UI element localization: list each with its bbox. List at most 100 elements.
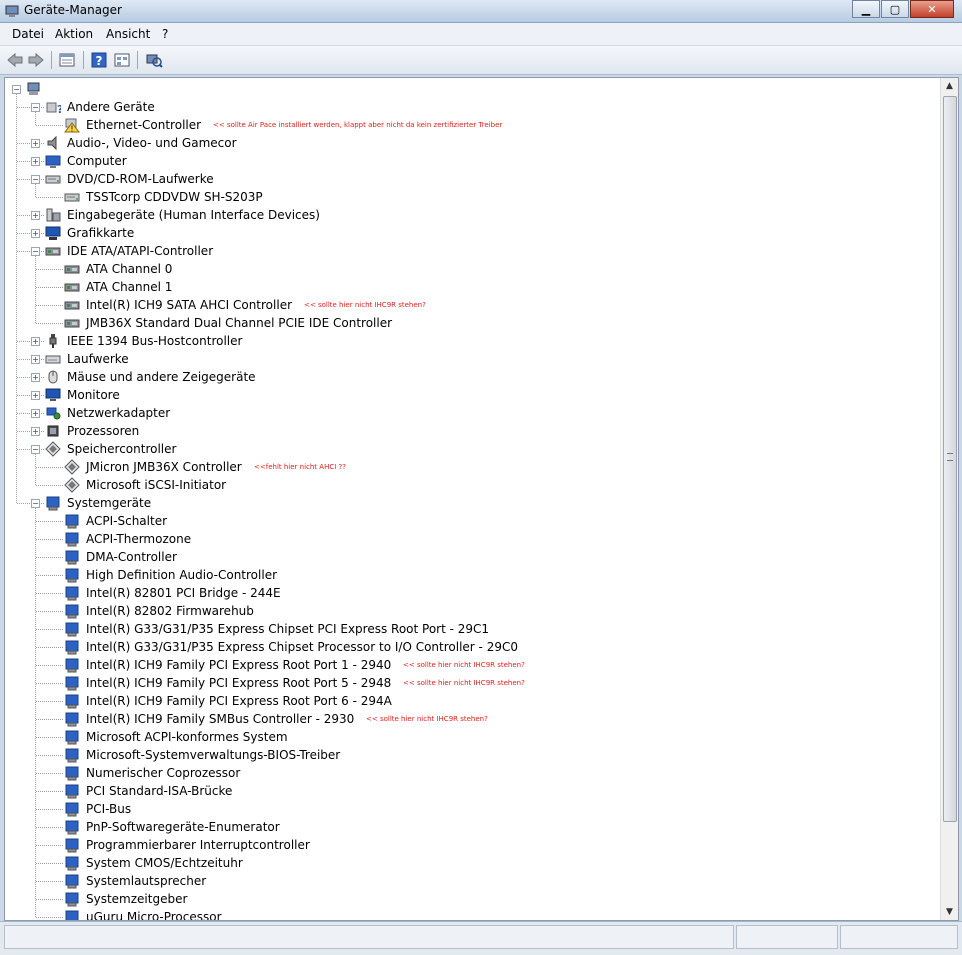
system-device-icon xyxy=(65,784,79,799)
scroll-thumb[interactable] xyxy=(943,96,957,822)
vertical-scrollbar[interactable]: ▲ ▼ xyxy=(940,78,958,920)
toolbar-separator xyxy=(51,51,52,69)
expand-toggle-icon[interactable]: + xyxy=(31,139,40,148)
tree-device-row[interactable]: Intel(R) ICH9 Family PCI Express Root Po… xyxy=(5,692,935,710)
system-device-icon xyxy=(65,514,79,529)
tree-device-row[interactable]: TSSTcorp CDDVDW SH-S203P xyxy=(5,188,935,206)
tree-category-row[interactable]: + Monitore xyxy=(5,386,935,404)
tree-category-row[interactable]: + Netzwerkadapter xyxy=(5,404,935,422)
tree-category-row[interactable]: + Prozessoren xyxy=(5,422,935,440)
tree-device-row[interactable]: Intel(R) 82802 Firmwarehub xyxy=(5,602,935,620)
tree-category-row[interactable]: − Systemgeräte xyxy=(5,494,935,512)
tree-category-row[interactable]: + IEEE 1394 Bus-Hostcontroller xyxy=(5,332,935,350)
tree-item-label: PCI Standard-ISA-Brücke xyxy=(86,784,233,798)
tree-device-row[interactable]: High Definition Audio-Controller xyxy=(5,566,935,584)
tree-device-row[interactable]: uGuru Micro-Processor xyxy=(5,908,935,920)
tree-device-row[interactable]: ACPI-Schalter xyxy=(5,512,935,530)
forward-arrow-icon[interactable] xyxy=(27,51,45,69)
tree-device-row[interactable]: Intel(R) ICH9 Family PCI Express Root Po… xyxy=(5,674,935,692)
expand-toggle-icon[interactable]: + xyxy=(31,391,40,400)
tree-device-row[interactable]: DMA-Controller xyxy=(5,548,935,566)
tree-connector-line xyxy=(36,305,63,306)
tree-item-label: PnP-Softwaregeräte-Enumerator xyxy=(86,820,280,834)
menu-ansicht[interactable]: Ansicht xyxy=(106,27,150,41)
scan-hardware-icon[interactable] xyxy=(145,51,163,69)
expand-toggle-icon[interactable]: + xyxy=(31,409,40,418)
tree-device-row[interactable]: Systemzeitgeber xyxy=(5,890,935,908)
expand-toggle-icon[interactable]: + xyxy=(31,211,40,220)
tree-category-row[interactable]: −? Andere Geräte xyxy=(5,98,935,116)
tree-category-row[interactable]: + Grafikkarte xyxy=(5,224,935,242)
tree-device-row[interactable]: Systemlautsprecher xyxy=(5,872,935,890)
dvd-drive-icon xyxy=(45,175,61,184)
tree-device-row[interactable]: Intel(R) ICH9 Family PCI Express Root Po… xyxy=(5,656,935,674)
tree-device-row[interactable]: PCI Standard-ISA-Brücke xyxy=(5,782,935,800)
tree-device-row[interactable]: JMicron JMB36X Controller <<fehlt hier ni… xyxy=(5,458,935,476)
tree-category-row[interactable]: − IDE ATA/ATAPI-Controller xyxy=(5,242,935,260)
computer-root-icon xyxy=(27,82,40,95)
tree-device-row[interactable]: PCI-Bus xyxy=(5,800,935,818)
system-device-icon xyxy=(65,892,79,907)
system-device-icon xyxy=(65,568,79,583)
back-arrow-icon[interactable] xyxy=(6,51,24,69)
tree-category-row[interactable]: − xyxy=(5,80,935,98)
tree-item-label: DMA-Controller xyxy=(86,550,177,564)
tree-device-row[interactable]: Intel(R) ICH9 SATA AHCI Controller << sol… xyxy=(5,296,935,314)
tree-category-row[interactable]: + Eingabegeräte (Human Interface Devices) xyxy=(5,206,935,224)
tree-device-row[interactable]: Intel(R) ICH9 Family SMBus Controller - … xyxy=(5,710,935,728)
expand-toggle-icon[interactable]: + xyxy=(31,427,40,436)
menu-help[interactable]: ? xyxy=(162,27,168,41)
expand-toggle-icon[interactable]: + xyxy=(31,373,40,382)
collapse-toggle-icon[interactable]: − xyxy=(31,247,40,256)
system-device-icon xyxy=(65,820,79,835)
tree-device-row[interactable]: PnP-Softwaregeräte-Enumerator xyxy=(5,818,935,836)
tree-device-row[interactable]: Intel(R) 82801 PCI Bridge - 244E xyxy=(5,584,935,602)
annotation-note: << sollte hier nicht IHC9R stehen? xyxy=(366,715,488,723)
tree-device-row[interactable]: Programmierbarer Interruptcontroller xyxy=(5,836,935,854)
firewire-icon xyxy=(49,334,57,348)
tree-category-row[interactable]: − Speichercontroller xyxy=(5,440,935,458)
menu-aktion[interactable]: Aktion xyxy=(55,27,93,41)
expand-toggle-icon[interactable]: + xyxy=(31,229,40,238)
view-icon[interactable] xyxy=(113,51,131,69)
collapse-toggle-icon[interactable]: − xyxy=(12,85,21,94)
tree-category-row[interactable]: + Computer xyxy=(5,152,935,170)
tree-connector-line xyxy=(36,125,63,126)
tree-device-row[interactable]: JMB36X Standard Dual Channel PCIE IDE Co… xyxy=(5,314,935,332)
tree-device-row[interactable]: Intel(R) G33/G31/P35 Express Chipset Pro… xyxy=(5,638,935,656)
tree-device-row[interactable]: ACPI-Thermozone xyxy=(5,530,935,548)
tree-device-row[interactable]: ! Ethernet-Controller << sollte Air Pace i… xyxy=(5,116,935,134)
tree-device-row[interactable]: Microsoft-Systemverwaltungs-BIOS-Treiber xyxy=(5,746,935,764)
scroll-down-arrow[interactable]: ▼ xyxy=(941,904,958,920)
properties-icon[interactable] xyxy=(58,51,76,69)
tree-device-row[interactable]: Microsoft ACPI-konformes System xyxy=(5,728,935,746)
tree-category-row[interactable]: + Mäuse und andere Zeigegeräte xyxy=(5,368,935,386)
tree-device-row[interactable]: Intel(R) G33/G31/P35 Express Chipset PCI… xyxy=(5,620,935,638)
tree-connector-line xyxy=(36,575,63,576)
title-bar[interactable]: Geräte-Manager ▁ ▢ ✕ xyxy=(0,0,962,23)
scroll-up-arrow[interactable]: ▲ xyxy=(941,78,958,94)
collapse-toggle-icon[interactable]: − xyxy=(31,445,40,454)
expand-toggle-icon[interactable]: + xyxy=(31,355,40,364)
toolbar: ? xyxy=(0,46,962,75)
maximize-button[interactable]: ▢ xyxy=(881,0,909,18)
tree-category-row[interactable]: − DVD/CD-ROM-Laufwerke xyxy=(5,170,935,188)
collapse-toggle-icon[interactable]: − xyxy=(31,175,40,184)
collapse-toggle-icon[interactable]: − xyxy=(31,499,40,508)
tree-device-row[interactable]: System CMOS/Echtzeituhr xyxy=(5,854,935,872)
help-icon[interactable]: ? xyxy=(90,51,108,69)
toolbar-separator xyxy=(83,51,84,69)
expand-toggle-icon[interactable]: + xyxy=(31,157,40,166)
minimize-button[interactable]: ▁ xyxy=(852,0,880,18)
collapse-toggle-icon[interactable]: − xyxy=(31,103,40,112)
tree-category-row[interactable]: + Laufwerke xyxy=(5,350,935,368)
device-tree[interactable]: − −? Andere Geräte! Ethernet-Controller << s… xyxy=(5,78,939,920)
expand-toggle-icon[interactable]: + xyxy=(31,337,40,346)
menu-datei[interactable]: Datei xyxy=(12,27,44,41)
tree-device-row[interactable]: ATA Channel 0 xyxy=(5,260,935,278)
tree-category-row[interactable]: + Audio-, Video- und Gamecor xyxy=(5,134,935,152)
tree-device-row[interactable]: ATA Channel 1 xyxy=(5,278,935,296)
tree-device-row[interactable]: Microsoft iSCSI-Initiator xyxy=(5,476,935,494)
tree-device-row[interactable]: Numerischer Coprozessor xyxy=(5,764,935,782)
close-button[interactable]: ✕ xyxy=(910,0,954,18)
